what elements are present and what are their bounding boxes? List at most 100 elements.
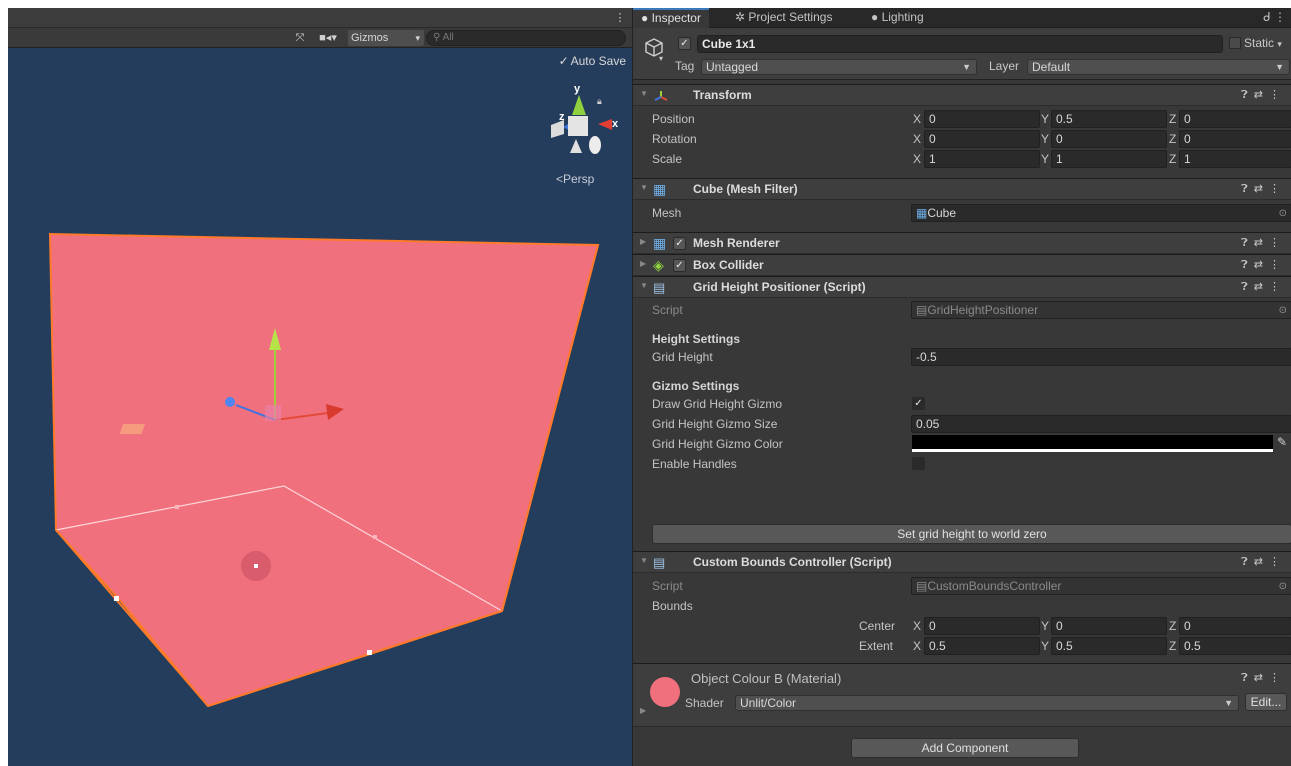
help-icon[interactable]: ❓︎ [1241,259,1254,271]
rotation-x-field[interactable]: 0 [924,130,1040,148]
static-toggle[interactable]: Static ▾ [1229,36,1282,50]
tab-project-settings[interactable]: ✲ Project Settings [727,8,840,28]
foldout-icon[interactable]: ▶ [640,259,646,268]
add-component-button[interactable]: Add Component [851,738,1079,758]
axis-label-z[interactable]: Z [1169,132,1176,146]
chevron-down-icon[interactable]: ▾ [659,54,663,63]
tab-inspector[interactable]: ● Inspector [633,8,709,28]
mesh-object-field[interactable]: ▦Cube ⊙ [911,204,1291,222]
help-icon[interactable]: ❓︎ [1241,89,1254,101]
axis-label-x[interactable]: X [913,132,921,146]
foldout-icon[interactable]: ▼ [640,556,648,565]
presets-icon[interactable]: ⇄ [1254,556,1269,568]
mesh-renderer-header[interactable]: ▶ ▦ ✓ Mesh Renderer ❓︎⇄⋮ [633,232,1291,254]
extent-z-field[interactable]: 0.5 [1179,637,1291,655]
shader-dropdown[interactable]: Unlit/Color ▼ [735,695,1239,711]
foldout-icon[interactable]: ▶ [640,237,646,246]
layer-dropdown[interactable]: Default ▼ [1027,59,1290,75]
more-icon[interactable]: ⋮ [1274,10,1286,24]
scale-y-field[interactable]: 1 [1051,150,1167,168]
mesh-renderer-enabled-checkbox[interactable]: ✓ [673,237,686,250]
static-checkbox[interactable] [1229,37,1241,49]
gizmos-button[interactable]: Gizmos ▾ [348,30,424,46]
object-picker-icon[interactable]: ⊙ [1279,206,1287,222]
grid-height-positioner-header[interactable]: ▼ ▤ Grid Height Positioner (Script) ❓︎⇄⋮ [633,276,1291,298]
set-grid-height-button[interactable]: Set grid height to world zero [652,524,1291,544]
center-x-field[interactable]: 0 [924,617,1040,635]
axis-label-z[interactable]: Z [1169,112,1176,126]
presets-icon[interactable]: ⇄ [1254,183,1269,195]
axis-label-x[interactable]: X [913,619,921,633]
lock-icon[interactable]: ᑯ [1263,10,1271,24]
extent-x-field[interactable]: 0.5 [924,637,1040,655]
axis-label-y[interactable]: Y [1041,152,1049,166]
edit-shader-button[interactable]: Edit... [1245,693,1287,711]
help-icon[interactable]: ❓︎ [1241,672,1254,684]
tools-icon[interactable]: ⤧ [292,30,308,46]
orientation-gizmo[interactable]: y z x [551,83,619,154]
presets-icon[interactable]: ⇄ [1254,237,1269,249]
more-icon[interactable]: ⋮ [1269,89,1286,101]
presets-icon[interactable]: ⇄ [1254,672,1269,684]
camera-icon[interactable]: ■◂▾ [314,30,342,46]
more-icon[interactable]: ⋮ [1269,556,1286,568]
center-y-field[interactable]: 0 [1051,617,1167,635]
more-icon[interactable]: ⋮ [1269,183,1286,195]
object-name-field[interactable]: Cube 1x1 [697,35,1223,53]
presets-icon[interactable]: ⇄ [1254,89,1269,101]
foldout-icon[interactable]: ▼ [640,183,648,192]
center-z-field[interactable]: 0 [1179,617,1291,635]
draw-gizmo-checkbox[interactable]: ✓ [912,397,925,410]
foldout-icon[interactable]: ▼ [640,89,648,98]
axis-label-x[interactable]: X [913,152,921,166]
foldout-icon[interactable]: ▶ [640,706,646,715]
axis-label-x[interactable]: X [913,112,921,126]
scene-canvas[interactable]: y z x 🔒︎ [8,48,632,766]
presets-icon[interactable]: ⇄ [1254,281,1269,293]
tab-lighting[interactable]: ● Lighting [863,8,932,28]
scale-x-field[interactable]: 1 [924,150,1040,168]
axis-label-z[interactable]: Z [1169,639,1176,653]
axis-label-z[interactable]: Z [1169,619,1176,633]
enable-handles-checkbox[interactable] [912,457,925,470]
gizmo-size-field[interactable]: 0.05 [911,415,1291,433]
help-icon[interactable]: ❓︎ [1241,556,1254,568]
more-icon[interactable]: ⋮ [1269,237,1286,249]
grid-height-field[interactable]: -0.5 [911,348,1291,366]
more-icon[interactable]: ⋮ [614,10,626,26]
active-checkbox[interactable]: ✓ [678,37,691,50]
extent-y-field[interactable]: 0.5 [1051,637,1167,655]
projection-toggle[interactable]: <Persp [556,172,594,186]
tag-dropdown[interactable]: Untagged ▼ [701,59,977,75]
presets-icon[interactable]: ⇄ [1254,259,1269,271]
position-x-field[interactable]: 0 [924,110,1040,128]
box-collider-header[interactable]: ▶ ◈ ✓ Box Collider ❓︎⇄⋮ [633,254,1291,276]
box-collider-enabled-checkbox[interactable]: ✓ [673,259,686,272]
axis-label-z[interactable]: Z [1169,152,1176,166]
position-z-field[interactable]: 0 [1179,110,1291,128]
axis-label-x[interactable]: X [913,639,921,653]
axis-label-y[interactable]: Y [1041,112,1049,126]
axis-label-y[interactable]: Y [1041,132,1049,146]
help-icon[interactable]: ❓︎ [1241,183,1254,195]
more-icon[interactable]: ⋮ [1269,259,1286,271]
rotation-z-field[interactable]: 0 [1179,130,1291,148]
eyedropper-icon[interactable]: ✎ [1277,435,1287,449]
transform-header[interactable]: ▼ Transform ❓︎⇄⋮ [633,84,1291,106]
more-icon[interactable]: ⋮ [1269,672,1286,684]
help-icon[interactable]: ❓︎ [1241,237,1254,249]
foldout-icon[interactable]: ▼ [640,281,648,290]
scene-search-input[interactable]: ⚲ All [426,30,626,46]
scene-view[interactable]: ⋮ ⤧ ■◂▾ Gizmos ▾ ⚲ All ✓ Auto Save y z x… [8,8,632,766]
more-icon[interactable]: ⋮ [1269,281,1286,293]
mesh-filter-header[interactable]: ▼ ▦ Cube (Mesh Filter) ❓︎⇄⋮ [633,178,1291,200]
help-icon[interactable]: ❓︎ [1241,281,1254,293]
rotation-y-field[interactable]: 0 [1051,130,1167,148]
axis-label-y[interactable]: Y [1041,639,1049,653]
position-y-field[interactable]: 0.5 [1051,110,1167,128]
axis-label-y[interactable]: Y [1041,619,1049,633]
scale-z-field[interactable]: 1 [1179,150,1291,168]
material-swatch[interactable] [650,677,680,707]
gizmo-color-field[interactable] [912,435,1273,452]
custom-bounds-controller-header[interactable]: ▼ ▤ Custom Bounds Controller (Script) ❓︎… [633,551,1291,573]
